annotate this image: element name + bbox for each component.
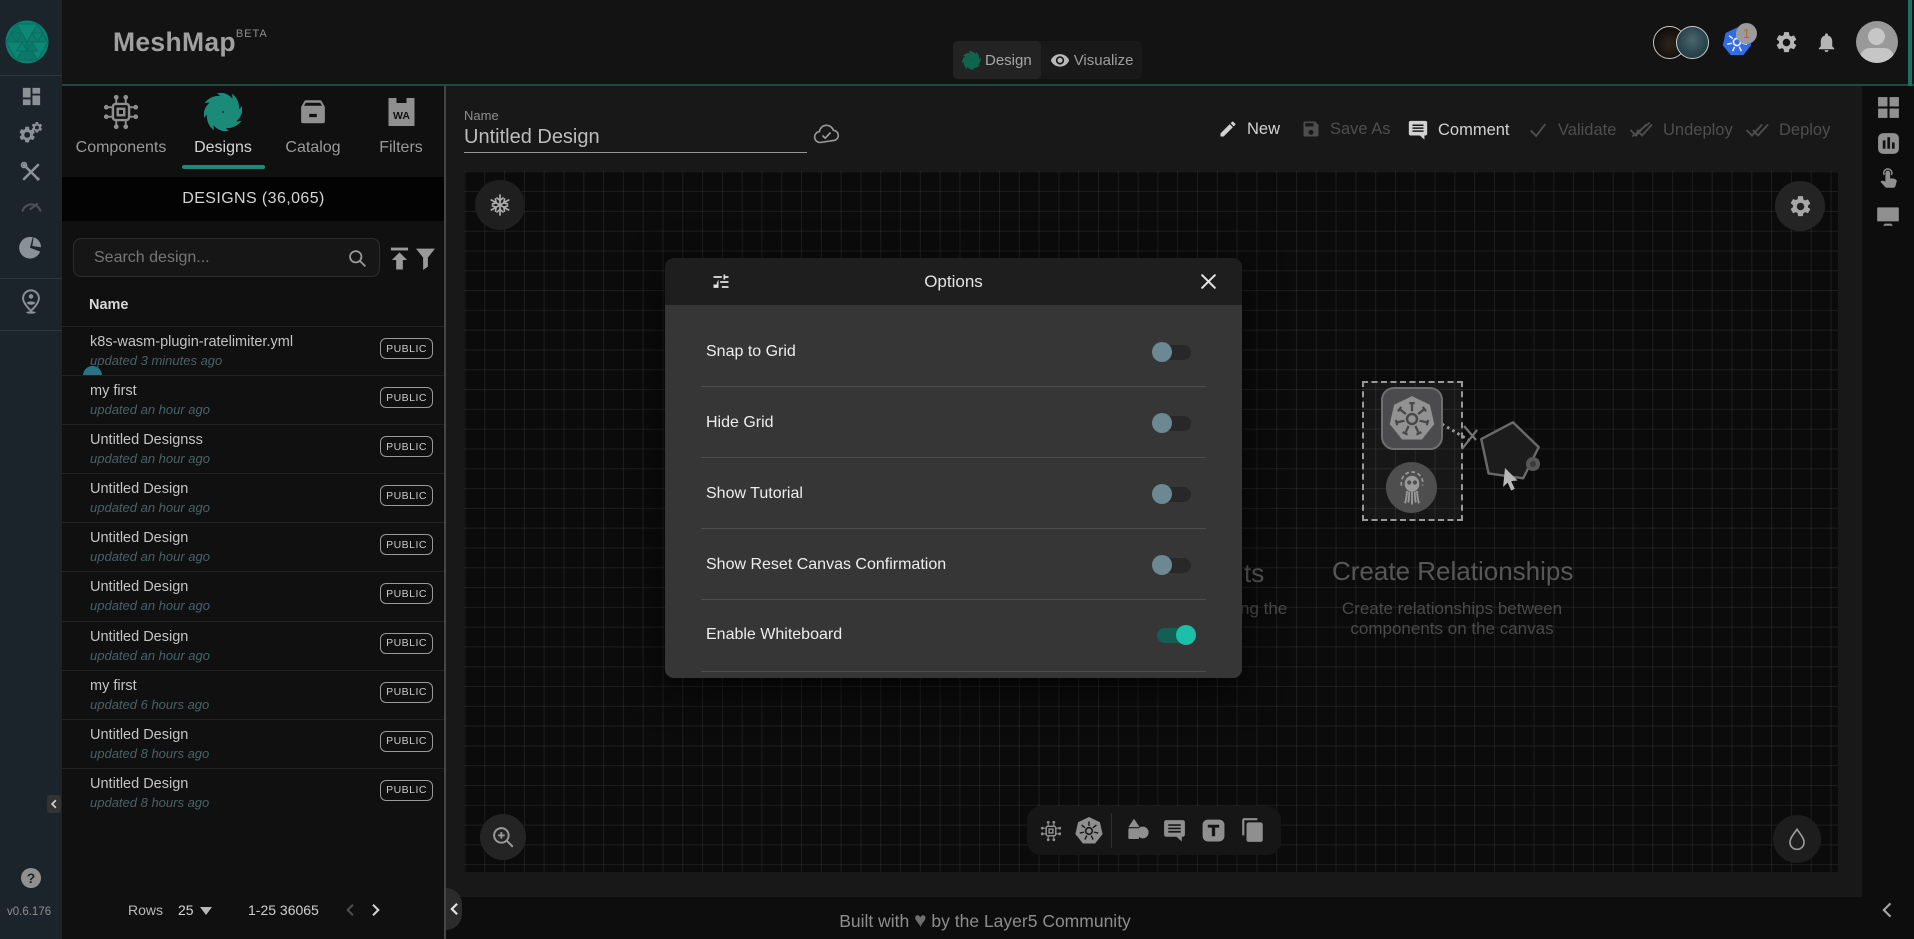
svg-text:WA: WA <box>393 110 410 122</box>
svg-text:?: ? <box>27 870 36 886</box>
